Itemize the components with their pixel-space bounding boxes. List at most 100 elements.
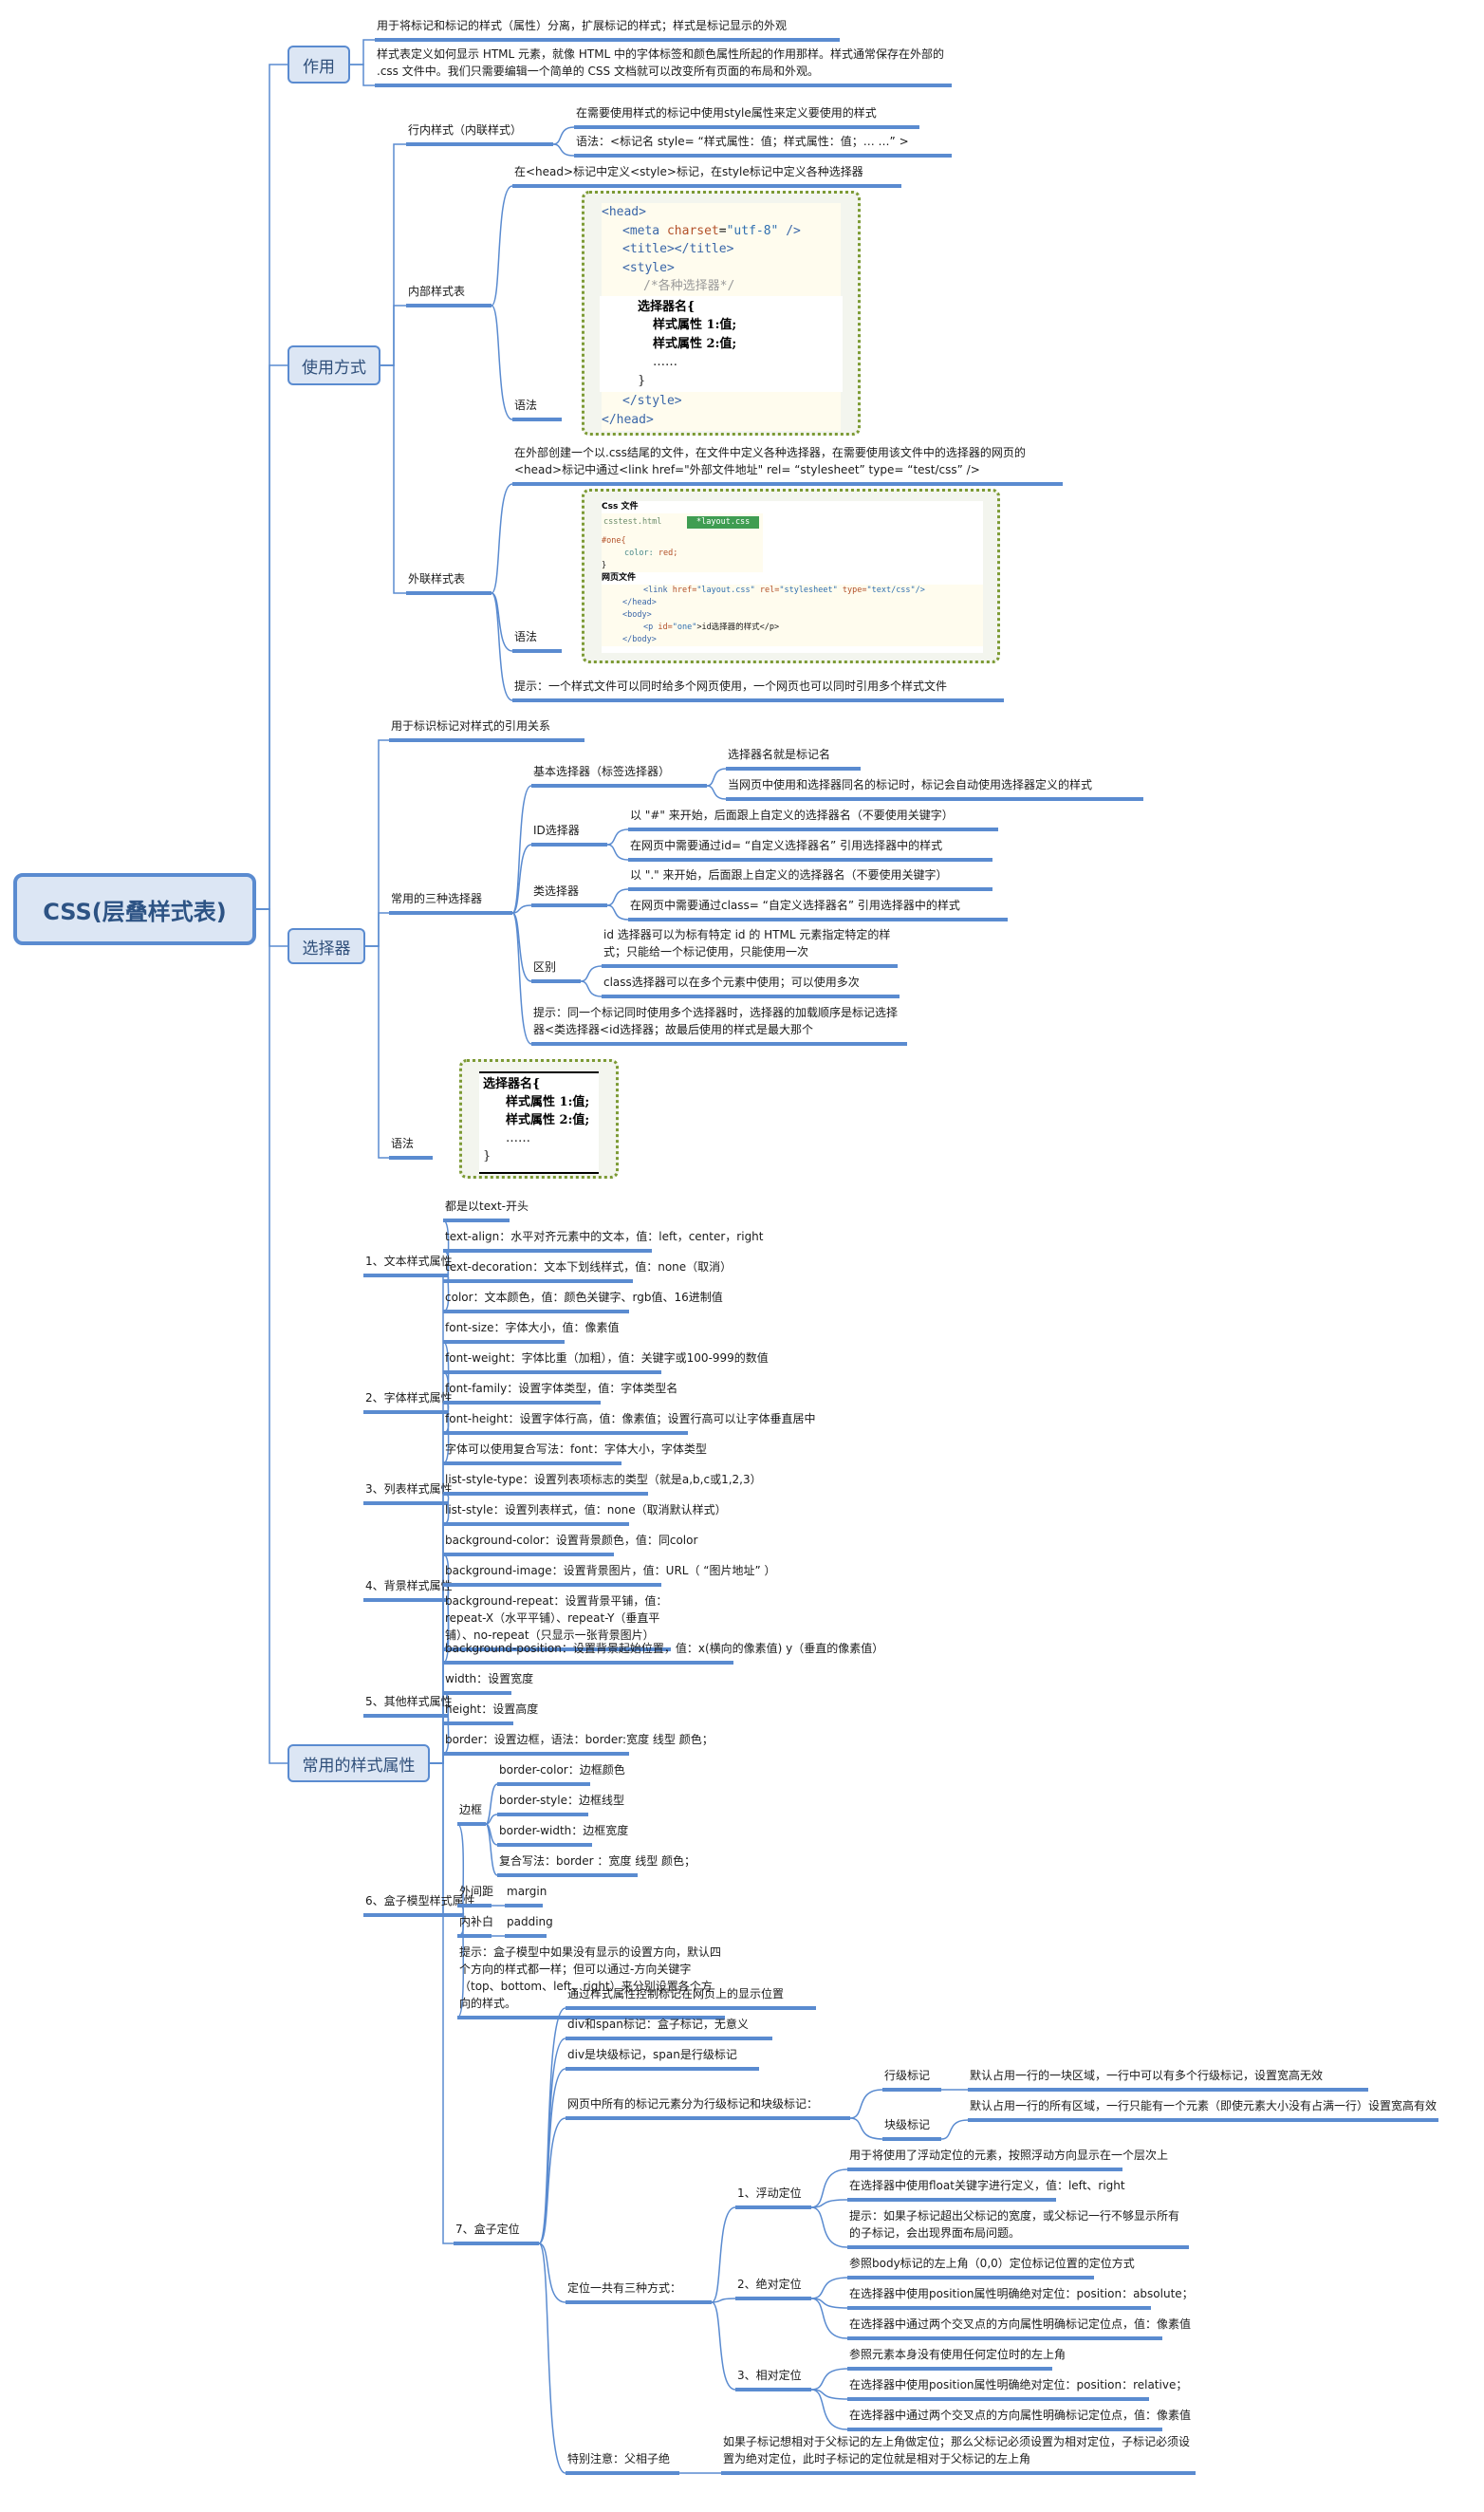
- float-item: 用于将使用了浮动定位的元素，按照浮动方向显示在一个层次上: [847, 2147, 1168, 2171]
- selector-difference-node[interactable]: 区别: [531, 958, 581, 983]
- text-prop-item: text-decoration：文本下划线样式，值：none（取消）: [443, 1258, 732, 1283]
- margin-node[interactable]: 外间距: [457, 1883, 493, 1907]
- position-item: div和span标记：盒子标记，无意义: [566, 2016, 772, 2040]
- connector: [256, 64, 288, 910]
- inline-element-node[interactable]: 行级标记: [882, 2067, 941, 2092]
- connector: [810, 2168, 848, 2208]
- relative-positioning-node[interactable]: 3、相对定位: [735, 2367, 811, 2391]
- connector: [511, 785, 532, 914]
- inline-style-desc: 在需要使用样式的标记中使用style属性来定义要使用的样式: [574, 104, 919, 129]
- selector-syntax-label[interactable]: 语法: [389, 1135, 433, 1160]
- connector: [256, 908, 288, 947]
- inline-style-node[interactable]: 行内样式（内联样式）: [406, 121, 553, 146]
- external-syntax-label[interactable]: 语法: [512, 628, 562, 653]
- connector: [552, 126, 575, 145]
- css-file-label: Css 文件: [602, 502, 639, 512]
- float-item: 提示：如果子标记超出父标记的宽度，或父标记一行不够显示所有的子标记，会出现界面布…: [847, 2207, 1189, 2249]
- code-line: 样式属性 2:值;: [506, 1113, 590, 1127]
- inline-style-syntax: 语法：<标记名 style= “样式属性：值；样式属性：值；… …” >: [574, 133, 952, 158]
- external-style-tip: 提示：一个样式文件可以同时给多个网页使用，一个网页也可以同时引用多个样式文件: [512, 678, 1004, 702]
- external-style-node[interactable]: 外联样式表: [406, 570, 492, 595]
- font-props-node[interactable]: 2、字体样式属性: [363, 1389, 453, 1414]
- connector: [711, 2301, 736, 2391]
- connector: [363, 1275, 444, 1764]
- connector: [485, 1823, 498, 1846]
- connector: [606, 828, 629, 846]
- connector: [511, 912, 532, 1045]
- branch-style-properties[interactable]: 常用的样式属性: [288, 1744, 430, 1782]
- background-prop-item: background-color：设置背景颜色，值：同color: [443, 1532, 697, 1556]
- code-line: color: red;: [624, 549, 678, 558]
- border-node[interactable]: 边框: [457, 1801, 486, 1826]
- basic-selector-node[interactable]: 基本选择器（标签选择器）: [531, 763, 707, 788]
- connector: [491, 483, 513, 594]
- connector: [380, 143, 406, 366]
- code-line: #one{: [602, 536, 626, 546]
- connector: [485, 1783, 498, 1825]
- branch-usage[interactable]: 使用方式: [288, 345, 380, 385]
- other-props-node[interactable]: 5、其他样式属性: [363, 1693, 453, 1718]
- code-line: <link href="layout.css" rel="stylesheet"…: [643, 586, 925, 595]
- connector: [706, 768, 727, 787]
- code-line: </body>: [622, 635, 657, 644]
- connector: [580, 980, 603, 997]
- float-positioning-node[interactable]: 1、浮动定位: [735, 2185, 811, 2209]
- internal-style-node[interactable]: 内部样式表: [406, 283, 492, 307]
- connector: [606, 888, 629, 906]
- selector-difference-item: id 选择器可以为标有特定 id 的 HTML 元素指定特定的样式；只能给一个标…: [602, 926, 898, 968]
- internal-style-code-image: <head> <meta charset="utf-8" /> <title><…: [582, 191, 861, 436]
- code-line: <p id="one">id选择器的样式</p>: [643, 623, 780, 632]
- relative-item: 参照元素本身没有使用任何定位时的左上角: [847, 2346, 1066, 2371]
- purpose-item: 样式表定义如何显示 HTML 元素，就像 HTML 中的字体标签和颜色属性所起的…: [375, 46, 952, 87]
- absolute-item: 参照body标记的左上角（0,0）定位标记位置的定位方式: [847, 2255, 1135, 2279]
- branch-selectors[interactable]: 选择器: [288, 928, 365, 964]
- positioning-modes-node[interactable]: 定位一共有三种方式：: [566, 2279, 712, 2304]
- absolute-item: 在选择器中通过两个交叉点的方向属性明确标记定位点，值：像素值: [847, 2316, 1191, 2340]
- special-note-node[interactable]: 特别注意：父相子绝: [566, 2450, 679, 2475]
- font-prop-item: font-size：字体大小，值：像素值: [443, 1319, 619, 1344]
- internal-syntax-label[interactable]: 语法: [512, 397, 562, 421]
- relative-item: 在选择器中使用position属性明确绝对定位：position：relativ…: [847, 2376, 1187, 2401]
- connector: [363, 1599, 444, 1764]
- code-line: 选择器名{: [638, 299, 696, 314]
- connector: [363, 1502, 444, 1764]
- branch-purpose[interactable]: 作用: [288, 46, 350, 84]
- code-line: }: [483, 1149, 492, 1163]
- code-line: <title></title>: [622, 242, 734, 256]
- text-props-node[interactable]: 1、文本样式属性: [363, 1253, 453, 1277]
- element-types-node[interactable]: 网页中所有的标记元素分为行级标记和块级标记：: [566, 2095, 850, 2120]
- connector: [810, 2389, 848, 2430]
- background-props-node[interactable]: 4、背景样式属性: [363, 1577, 453, 1602]
- list-prop-item: list-style-type：设置列表项标志的类型（就是a,b,c或1,2,3…: [443, 1471, 762, 1496]
- basic-selector-item: 选择器名就是标记名: [726, 746, 861, 771]
- connector: [538, 2242, 566, 2303]
- absolute-positioning-node[interactable]: 2、绝对定位: [735, 2276, 811, 2300]
- padding-node[interactable]: 内补白: [457, 1913, 493, 1938]
- box-model-props-node[interactable]: 6、盒子模型样式属性: [363, 1892, 475, 1917]
- connector: [538, 2007, 566, 2244]
- block-element-node[interactable]: 块级标记: [882, 2116, 941, 2141]
- three-selectors-node[interactable]: 常用的三种选择器: [389, 890, 512, 915]
- border-prop-item: border-width：边框宽度: [497, 1822, 628, 1847]
- connector: [511, 912, 532, 982]
- font-prop-item: font-family：设置字体类型，值：字体类型名: [443, 1380, 677, 1405]
- code-line: 选择器名{: [483, 1077, 541, 1091]
- connector: [711, 2298, 736, 2303]
- connector: [810, 2389, 848, 2400]
- connector: [491, 592, 513, 701]
- connector: [256, 364, 288, 910]
- connector: [810, 2277, 848, 2299]
- other-prop-item: width：设置宽度: [443, 1670, 533, 1695]
- id-selector-node[interactable]: ID选择器: [531, 822, 607, 847]
- connector: [606, 904, 629, 921]
- class-selector-item: 以 "." 来开始，后面跟上自定义的选择器名（不要使用关键字）: [628, 866, 992, 891]
- connector: [940, 2119, 969, 2140]
- box-position-node[interactable]: 7、盒子定位: [454, 2221, 539, 2245]
- purpose-item: 用于将标记和标记的样式（属性）分离，扩展标记的样式；样式是标记显示的外观: [375, 17, 840, 42]
- block-element-desc: 默认占用一行的所有区域，一行只能有一个元素（即使元素大小没有占满一行）设置宽高有…: [968, 2097, 1438, 2122]
- root-topic[interactable]: CSS(层叠样式表): [13, 873, 256, 945]
- class-selector-node[interactable]: 类选择器: [531, 883, 607, 907]
- list-props-node[interactable]: 3、列表样式属性: [363, 1480, 453, 1505]
- code-line: </style>: [622, 394, 682, 408]
- code-line: }: [602, 561, 607, 570]
